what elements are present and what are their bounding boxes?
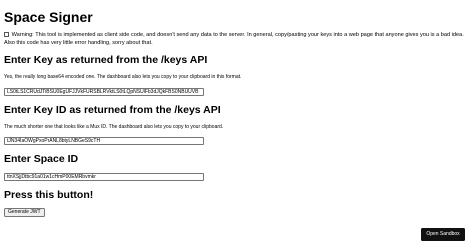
warning-icon xyxy=(4,31,9,37)
key-description: Yes, the really long base64 encoded one.… xyxy=(4,74,242,80)
warning-message: Warning: This tool is implemented as cli… xyxy=(4,31,470,47)
key-heading: Enter Key as returned from the /keys API xyxy=(4,54,208,66)
page-title: Space Signer xyxy=(4,9,93,25)
open-sandbox-button[interactable]: Open Sandbox xyxy=(421,228,465,241)
key-id-heading: Enter Key ID as returned from the /keys … xyxy=(4,104,221,116)
key-id-description: The much shorter one that looks like a M… xyxy=(4,124,224,130)
action-heading: Press this button! xyxy=(4,189,94,201)
key-id-input[interactable] xyxy=(4,137,204,145)
space-id-heading: Enter Space ID xyxy=(4,153,79,165)
key-input[interactable] xyxy=(4,88,204,96)
space-id-input[interactable] xyxy=(4,173,204,181)
warning-text: Warning: This tool is implemented as cli… xyxy=(4,32,464,46)
generate-jwt-button[interactable]: Generate JWT xyxy=(4,208,45,217)
